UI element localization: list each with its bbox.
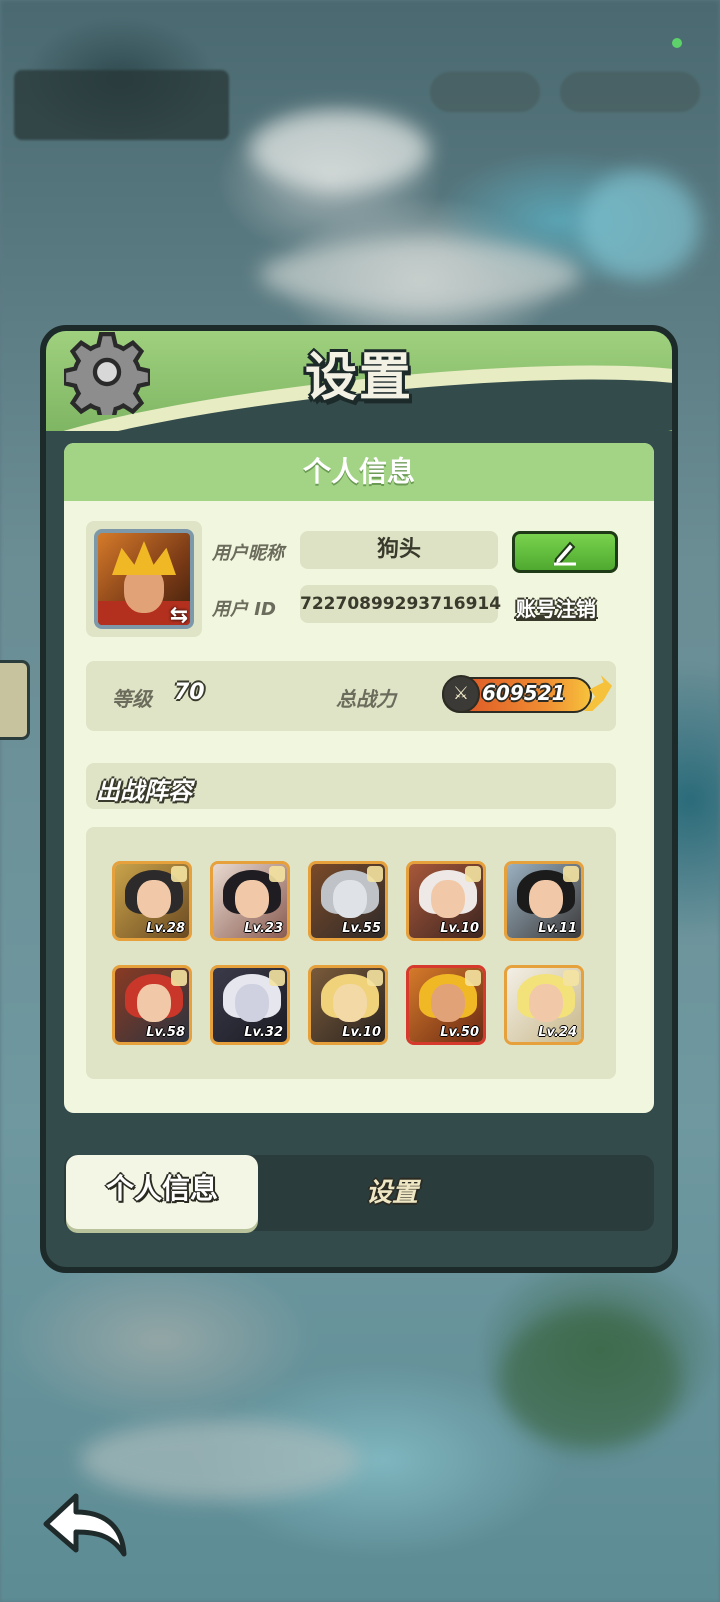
hero-card[interactable]: Lv.10 (406, 861, 486, 941)
hero-badge (563, 970, 579, 986)
player-info-panel (14, 70, 229, 140)
account-deletion-link[interactable]: 账号注销 (516, 593, 596, 622)
profile-section-title: 个人信息 (64, 443, 654, 501)
gear-icon (64, 332, 150, 415)
nickname-label: 用户昵称 (212, 543, 284, 564)
hero-face (137, 880, 171, 918)
bg-blob (500, 1310, 680, 1450)
bottom-tabbar: 个人信息 设置 (64, 1155, 654, 1231)
hero-level: Lv.10 (342, 1025, 381, 1040)
hero-card[interactable]: Lv.55 (308, 861, 388, 941)
hero-card[interactable]: Lv.23 (210, 861, 290, 941)
hero-badge (171, 866, 187, 882)
profile-panel: 个人信息 ⇆ 用户昵称 狗头 用户 ID 72270899293716914 账… (64, 443, 654, 1113)
hero-badge (269, 970, 285, 986)
hero-level: Lv.58 (146, 1025, 185, 1040)
hero-level: Lv.50 (440, 1025, 479, 1040)
swap-icon[interactable]: ⇆ (166, 603, 192, 629)
bg-blob (260, 240, 580, 310)
bg-blob (80, 1420, 360, 1500)
power-value: 609521 (482, 681, 566, 705)
hero-face (235, 984, 269, 1022)
hero-badge (171, 970, 187, 986)
hero-card[interactable]: Lv.58 (112, 965, 192, 1045)
hero-face (529, 984, 563, 1022)
lineup-header: 出战阵容 (86, 763, 616, 809)
hero-face (431, 880, 465, 918)
lineup-grid: Lv.28 Lv.23 Lv.55 Lv.10 Lv.11 Lv.58 Lv.3… (86, 827, 616, 1079)
hero-face (529, 880, 563, 918)
hero-badge (465, 866, 481, 882)
hero-card[interactable]: Lv.10 (308, 965, 388, 1045)
power-label: 总战力 (336, 687, 396, 711)
hero-card[interactable]: Lv.50 (406, 965, 486, 1045)
hero-face (235, 880, 269, 918)
level-label: 等级 (112, 687, 152, 711)
stats-bar: 等级 70 总战力 ⚔ 609521 (86, 661, 616, 731)
user-id-label: 用户 ID (212, 599, 276, 620)
bg-blob (250, 110, 430, 190)
resource-bar (430, 72, 540, 112)
hero-level: Lv.28 (146, 921, 185, 936)
swords-icon: ⚔ (442, 675, 480, 713)
hero-level: Lv.11 (538, 921, 577, 936)
resource-bar (560, 72, 700, 112)
hero-badge (367, 866, 383, 882)
hero-badge (563, 866, 579, 882)
hero-level: Lv.10 (440, 921, 479, 936)
edit-nickname-button[interactable] (512, 531, 618, 573)
hero-face (333, 880, 367, 918)
settings-dialog: 设置 个人信息 ⇆ 用户昵称 狗头 用户 ID 7227089929371691… (40, 325, 678, 1273)
side-widget (0, 660, 30, 740)
hero-face (137, 984, 171, 1022)
hero-level: Lv.23 (244, 921, 283, 936)
avatar[interactable]: ⇆ (86, 521, 202, 637)
back-arrow-icon[interactable] (38, 1490, 130, 1560)
avatar-crown (112, 541, 176, 575)
lineup-title: 出战阵容 (96, 777, 192, 805)
hero-badge (269, 866, 285, 882)
hero-level: Lv.55 (342, 921, 381, 936)
user-id-field: 72270899293716914 (300, 585, 501, 623)
hero-card[interactable]: Lv.28 (112, 861, 192, 941)
hero-badge (465, 970, 481, 986)
hero-card[interactable]: Lv.32 (210, 965, 290, 1045)
hero-card[interactable]: Lv.24 (504, 965, 584, 1045)
hero-card[interactable]: Lv.11 (504, 861, 584, 941)
pencil-icon (553, 541, 576, 566)
level-value: 70 (174, 680, 205, 705)
hero-level: Lv.32 (244, 1025, 283, 1040)
tab-settings[interactable]: 设置 (322, 1165, 462, 1221)
nickname-field: 狗头 (300, 531, 498, 569)
hero-level: Lv.24 (538, 1025, 577, 1040)
tab-profile[interactable]: 个人信息 (66, 1155, 258, 1229)
hero-badge (367, 970, 383, 986)
hero-face (333, 984, 367, 1022)
bg-blob (580, 170, 700, 280)
status-dot (672, 38, 682, 48)
hero-face (431, 984, 465, 1022)
